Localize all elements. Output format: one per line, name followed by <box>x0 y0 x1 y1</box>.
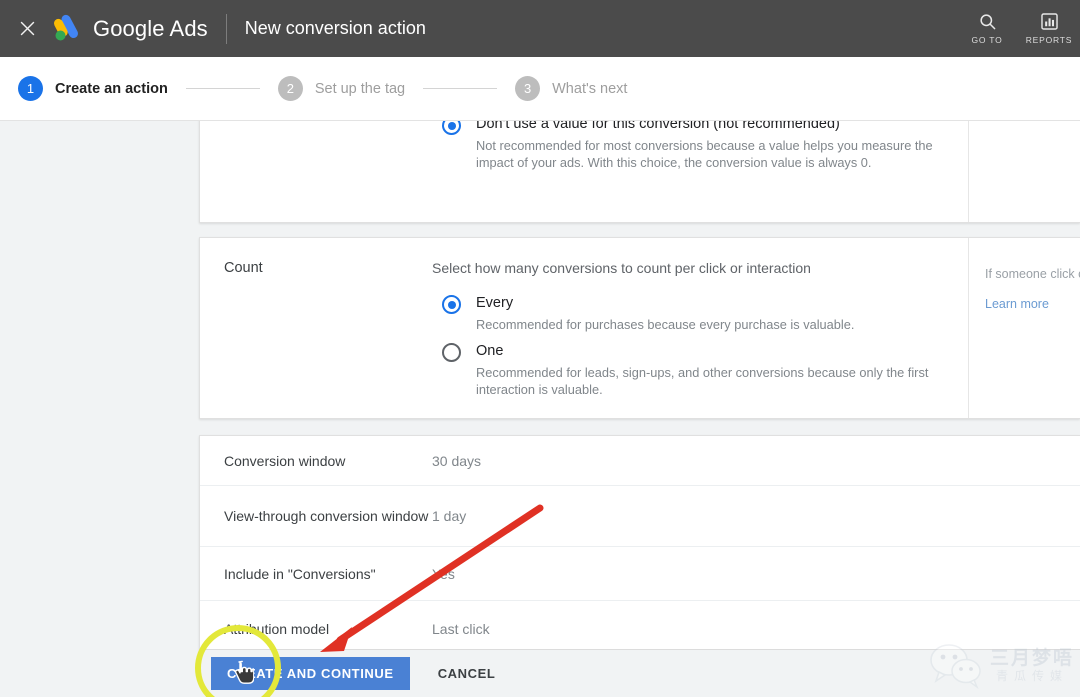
go-to-label: GO TO <box>971 35 1003 45</box>
table-row[interactable]: View-through conversion window 1 day <box>200 486 1080 547</box>
settings-value-include-in-conversions: Yes <box>432 565 455 582</box>
table-row[interactable]: Include in "Conversions" Yes <box>200 547 1080 601</box>
step-1-number: 1 <box>18 76 43 101</box>
create-and-continue-button[interactable]: CREATE AND CONTINUE <box>211 657 410 690</box>
count-card: Count Select how many conversions to cou… <box>199 237 1080 419</box>
settings-table: Conversion window 30 days View-through c… <box>200 436 1080 656</box>
radio-one[interactable] <box>442 343 461 362</box>
cancel-button[interactable]: CANCEL <box>424 657 510 690</box>
step-connector-2 <box>423 88 498 89</box>
radio-every[interactable] <box>442 295 461 314</box>
count-aside-learn-more-link[interactable]: Learn more <box>985 297 1049 311</box>
table-row[interactable]: Attribution model Last click <box>200 601 1080 656</box>
count-aside-text: If someone click completes 2 sep purchas… <box>985 267 1080 281</box>
count-option-one[interactable]: One Recommended for leads, sign-ups, and… <box>442 342 948 398</box>
step-create-an-action[interactable]: 1 Create an action <box>18 76 168 101</box>
settings-value-attribution-model: Last click <box>432 620 490 637</box>
count-card-label-column: Count <box>200 238 432 418</box>
count-option-one-label: One <box>476 343 504 359</box>
app-bar: Google Ads New conversion action GO TO R… <box>0 0 1080 57</box>
settings-key-conversion-window: Conversion window <box>224 452 346 469</box>
count-option-every-label: Every <box>476 295 514 311</box>
count-card-aside: If someone click completes 2 sep purchas… <box>968 238 1080 418</box>
search-icon <box>979 14 995 30</box>
app-root: Google Ads New conversion action GO TO R… <box>0 0 1080 697</box>
google-ads-logo-icon <box>49 12 83 46</box>
page-title: New conversion action <box>244 18 426 38</box>
step-1-label: Create an action <box>55 80 168 97</box>
count-option-every[interactable]: Every Recommended for purchases because … <box>442 294 948 333</box>
settings-key-attribution-model: Attribution model <box>224 620 330 637</box>
step-2-label: Set up the tag <box>314 80 406 97</box>
stepper: 1 Create an action 2 Set up the tag 3 Wh… <box>0 57 1080 121</box>
step-whats-next[interactable]: 3 What's next <box>515 76 627 101</box>
count-helper-text: Select how many conversions to count per… <box>432 260 811 276</box>
reports-button[interactable]: REPORTS <box>1018 12 1080 45</box>
value-option-no-value-label: Don't use a value for this conversion (n… <box>476 121 840 132</box>
close-icon <box>20 21 34 36</box>
step-2-number: 2 <box>277 76 303 101</box>
value-card-label-column <box>200 121 432 222</box>
settings-card: Conversion window 30 days View-through c… <box>199 435 1080 657</box>
step-3-number: 3 <box>515 76 541 101</box>
close-button[interactable] <box>10 12 44 46</box>
step-3-label: What's next <box>552 80 628 97</box>
value-card-options: Don't use a value for this conversion (n… <box>432 121 968 222</box>
step-set-up-the-tag[interactable]: 2 Set up the tag <box>277 76 406 101</box>
table-row[interactable]: Conversion window 30 days <box>200 436 1080 486</box>
count-option-every-desc: Recommended for purchases because every … <box>476 317 855 332</box>
go-to-button[interactable]: GO TO <box>956 12 1018 45</box>
brand-title: Google Ads <box>93 15 208 41</box>
value-option-no-value[interactable]: Don't use a value for this conversion (n… <box>442 121 948 171</box>
count-card-options: Select how many conversions to count per… <box>432 238 968 418</box>
settings-key-include-in-conversions: Include in "Conversions" <box>224 565 376 582</box>
bar-chart-icon <box>1040 13 1058 30</box>
appbar-divider <box>225 13 227 44</box>
settings-value-view-through-conversion-window: 1 day <box>432 508 467 524</box>
count-section-title: Count <box>224 260 263 276</box>
content-scroll-area[interactable]: Don't use a value for this conversion (n… <box>0 121 1080 697</box>
value-card-aside <box>968 121 1080 222</box>
value-card: Don't use a value for this conversion (n… <box>199 121 1080 223</box>
value-option-no-value-desc: Not recommended for most conversions bec… <box>476 138 933 170</box>
footer-action-bar: CREATE AND CONTINUE CANCEL <box>199 649 1080 697</box>
settings-value-conversion-window: 30 days <box>432 452 482 469</box>
radio-no-value[interactable] <box>442 121 461 135</box>
count-option-one-desc: Recommended for leads, sign-ups, and oth… <box>476 365 929 397</box>
settings-key-view-through-conversion-window: View-through conversion window <box>224 508 429 524</box>
reports-label: REPORTS <box>1025 35 1073 45</box>
step-connector-1 <box>185 88 260 89</box>
